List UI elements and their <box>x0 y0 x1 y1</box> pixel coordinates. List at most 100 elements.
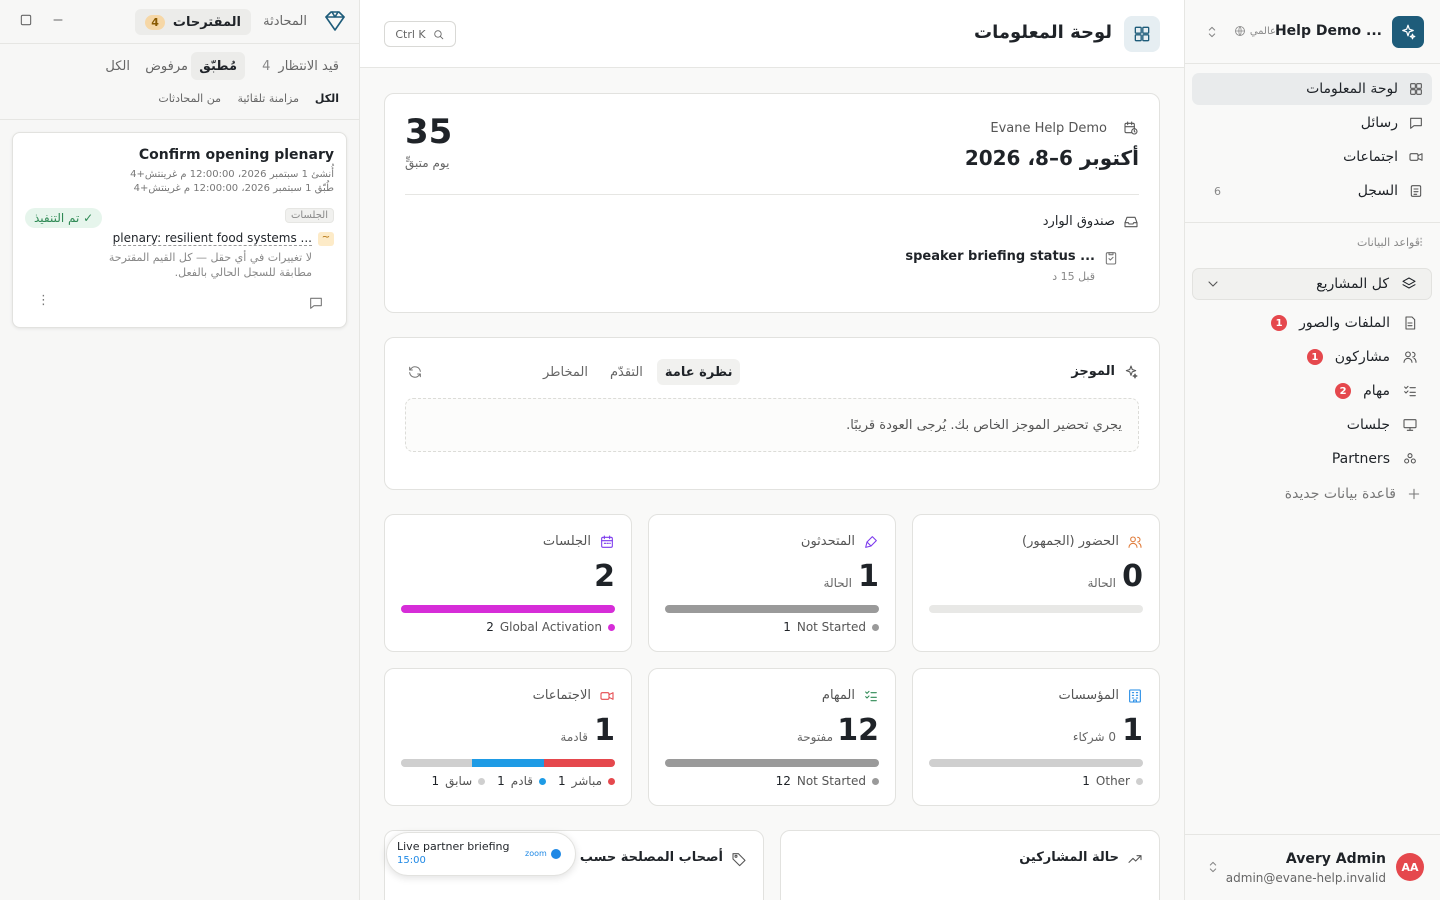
inbox-label: صندوق الوارد <box>1042 214 1115 229</box>
legend-label: سابق <box>445 774 473 788</box>
legend-label: Global Activation <box>499 620 602 634</box>
user-menu[interactable]: AA Avery Admin admin@evane-help.invalid <box>1185 834 1440 900</box>
days-remaining: 35 <box>405 112 453 152</box>
db-item-participants[interactable]: مشاركون 1 <box>1192 342 1432 372</box>
stat-card[interactable]: الجلسات 2 2 Global Activation <box>384 514 632 652</box>
avatar: AA <box>1396 853 1424 881</box>
stat-number: 2 <box>594 559 615 594</box>
status-badge: ✓ تم التنفيذ <box>25 208 103 228</box>
filter-all[interactable]: الكل <box>105 59 130 74</box>
suggestion-title: Confirm opening plenary <box>138 147 334 163</box>
workspace-logo-icon <box>1392 16 1424 48</box>
filter-applied[interactable]: مُطبّق <box>191 52 245 80</box>
user-email: admin@evane-help.invalid <box>1225 871 1386 885</box>
stat-legend: 1 Not Started <box>783 620 879 634</box>
clipboard-icon <box>1103 250 1119 266</box>
all-projects-selector[interactable]: كل المشاريع <box>1192 268 1432 300</box>
nav-item-dashboard[interactable]: لوحة المعلومات <box>1192 73 1432 105</box>
workspace-switch-icon[interactable] <box>1204 24 1220 40</box>
mic-icon <box>863 534 879 550</box>
participants-status-panel: حالة المشاركين <box>780 830 1160 900</box>
legend-count: 1 <box>783 620 791 634</box>
file-icon <box>1402 315 1418 331</box>
legend-dot <box>608 777 615 785</box>
suggestion-value[interactable]: plenary: resilient food systems ... <box>112 231 312 246</box>
stat-bar <box>929 605 1143 613</box>
db-label: جلسات <box>1346 417 1390 433</box>
tab-progress[interactable]: التقدّم <box>602 359 651 385</box>
stat-bar <box>665 759 879 767</box>
db-item-files[interactable]: الملفات والصور 1 <box>1192 308 1432 338</box>
search-button[interactable]: Ctrl K <box>384 21 456 47</box>
suggestion-created: أُنشئ 1 سبتمبر 2026، 12:00:00 م غرينتش+4 <box>130 169 334 180</box>
zoom-label: zoom <box>525 849 547 858</box>
source-filter-all[interactable]: الكل <box>315 92 339 105</box>
nav-item-log[interactable]: السجل 6 <box>1192 175 1432 207</box>
filter-pending[interactable]: قيد الانتظار 4 <box>262 59 339 74</box>
trend-icon <box>1127 851 1143 867</box>
workspace-header[interactable]: Help Demo ... عالمي <box>1185 0 1440 64</box>
suggestion-tag: الجلسات <box>285 208 334 223</box>
more-options-icon[interactable]: ⋮ <box>37 293 50 308</box>
stat-bar-segment <box>401 759 473 767</box>
db-label: مشاركون <box>1334 349 1390 365</box>
participants-status-title: حالة المشاركين <box>1019 850 1119 865</box>
databases-label: قواعد البيانات <box>1357 236 1420 249</box>
chevron-updown-icon <box>1205 859 1221 875</box>
legend-item: 2 Global Activation <box>486 620 615 634</box>
calendar-clock-icon <box>1123 120 1139 136</box>
legend-item: 1 Other <box>1082 774 1143 788</box>
source-filter-autosync[interactable]: مزامنة تلقائية <box>237 92 299 105</box>
meeting-toast[interactable]: Live partner briefing 15:00 zoom <box>386 832 576 876</box>
nav-label: رسائل <box>1360 115 1398 131</box>
drag-handle-icon[interactable]: ⠿ <box>1415 236 1424 250</box>
brief-message: يجري تحضير الموجز الخاص بك. يُرجى العودة… <box>405 398 1139 452</box>
stat-subtitle: قادمة <box>560 730 588 744</box>
new-database-label: قاعدة بيانات جديدة <box>1284 486 1396 502</box>
stat-title: المؤسسات <box>1058 688 1120 703</box>
legend-count: 1 <box>431 774 440 788</box>
minimize-icon[interactable] <box>50 12 66 28</box>
stat-bar <box>401 605 615 613</box>
db-badge: 2 <box>1335 383 1352 399</box>
nav-label: لوحة المعلومات <box>1306 81 1398 97</box>
db-item-tasks[interactable]: مهام 2 <box>1192 376 1432 406</box>
new-database-button[interactable]: قاعدة بيانات جديدة <box>1285 486 1422 502</box>
sparkle-icon <box>1123 364 1139 380</box>
legend-item: 1 قادم <box>497 774 546 788</box>
stat-card[interactable]: الحضور (الجمهور) 0 الحالة <box>912 514 1160 652</box>
inbox-item[interactable]: speaker briefing status ... <box>905 249 1095 264</box>
suggestions-count: 4 <box>145 14 165 30</box>
expand-icon[interactable] <box>18 12 34 28</box>
db-item-partners[interactable]: Partners <box>1192 444 1432 474</box>
stat-legend: 1 مباشر 1 قادم 1 سابق <box>431 774 615 788</box>
video-icon <box>1408 149 1424 165</box>
source-filter-conversations[interactable]: من المحادثات <box>158 92 221 105</box>
comment-icon[interactable] <box>308 295 324 311</box>
nav-item-messages[interactable]: رسائل <box>1192 107 1432 139</box>
tab-overview[interactable]: نظرة عامة <box>656 359 741 385</box>
stat-card[interactable]: المتحدثون 1 الحالة 1 Not Started <box>648 514 896 652</box>
stat-card[interactable]: المؤسسات 1 0 شركاء 1 Other <box>912 668 1160 806</box>
filter-rejected[interactable]: مرفوض <box>145 59 188 74</box>
nav-item-meetings[interactable]: اجتماعات <box>1192 141 1432 173</box>
legend-dot <box>478 777 486 785</box>
stat-number: 1 <box>594 713 615 748</box>
all-projects-label: كل المشاريع <box>1316 276 1389 292</box>
stat-bar <box>401 759 615 767</box>
suggestion-card[interactable]: Confirm opening plenary أُنشئ 1 سبتمبر 2… <box>12 132 347 328</box>
suggestions-panel: المحادثة المقترحات 4 قيد الانتظار 4 مُطب… <box>0 0 360 900</box>
nav-label: السجل <box>1357 183 1398 199</box>
db-item-sessions[interactable]: جلسات <box>1192 410 1432 440</box>
refresh-icon[interactable] <box>407 364 423 380</box>
tab-conversation[interactable]: المحادثة <box>263 14 307 29</box>
tab-risks[interactable]: المخاطر <box>535 359 596 385</box>
legend-item: 1 سابق <box>431 774 486 788</box>
event-organization: Evane Help Demo <box>990 121 1107 136</box>
stat-card[interactable]: المهام 12 مفتوحة 12 Not Started <box>648 668 896 806</box>
tab-suggestions[interactable]: المقترحات 4 <box>135 9 251 35</box>
stat-bar <box>929 759 1143 767</box>
db-label: مهام <box>1363 383 1390 399</box>
brief-title: الموجز <box>1071 364 1115 379</box>
stat-card[interactable]: الاجتماعات 1 قادمة 1 مباشر 1 قادم 1 سابق <box>384 668 632 806</box>
